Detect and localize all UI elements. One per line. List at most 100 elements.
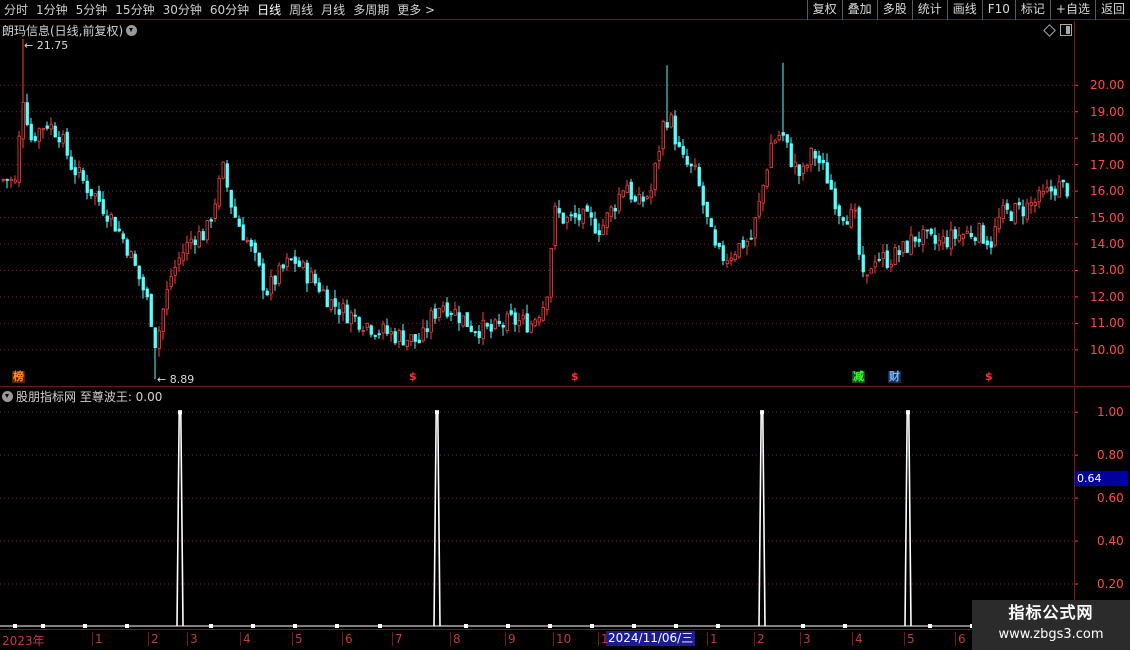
candle-body [737,243,741,258]
candle [485,322,489,330]
tool-button-8[interactable]: 返回 [1094,0,1130,20]
panel-toggle-icon[interactable] [1060,24,1072,36]
candle-body [73,167,77,176]
event-marker-1[interactable]: $ [408,371,418,383]
dropdown-icon[interactable] [2,391,13,402]
candle-body [65,131,69,156]
tool-button-7[interactable]: +自选 [1049,0,1095,20]
event-marker-3[interactable]: 减 [852,371,865,383]
indicator-title[interactable]: 股朋指标网 至尊波王: 0.00 [2,388,162,405]
event-marker-5[interactable]: $ [984,371,994,383]
candle [1037,186,1041,209]
candle-body [421,327,425,342]
candle-body [105,215,109,222]
tab-period-1[interactable]: 1分钟 [32,0,72,20]
time-tick-9: 9 [505,632,516,646]
candlestick-chart[interactable]: ← 21.75 ← 8.89 [0,21,1130,385]
candle-body [13,179,17,183]
diamond-icon[interactable] [1043,24,1056,37]
tab-period-6[interactable]: 日线 [253,0,285,20]
candle [709,217,713,228]
candle-body [589,212,593,218]
candle [649,183,653,205]
y-tick-label: 12.00 [1090,289,1125,304]
tab-period-7[interactable]: 周线 [285,0,317,20]
tab-period-3[interactable]: 15分钟 [111,0,158,20]
candle [697,163,701,188]
tool-button-0[interactable]: 复权 [806,0,842,20]
candle-body [397,330,401,342]
tab-period-10[interactable]: 更多 > [393,0,439,20]
candle-body [5,178,9,181]
candle-body [761,184,765,204]
price-pane[interactable]: ← 21.75 ← 8.89 朗玛信息(日线,前复权) 20.00 19.00 18.… [0,21,1130,385]
candle [713,225,717,248]
indicator-chart[interactable] [0,387,1130,629]
candle-body [893,246,897,265]
candle [937,233,941,252]
candle-body [229,189,233,208]
price-y-axis[interactable]: 20.00 19.00 18.00 17.00 16.00 15.00 14.00 13.00… [1074,21,1130,385]
candle-body [425,328,429,332]
stock-title[interactable]: 朗玛信息(日线,前复权) [2,22,138,39]
tool-button-2[interactable]: 多股 [876,0,912,20]
candle [321,285,325,292]
candle [233,198,237,219]
candle [641,191,645,208]
tab-period-8[interactable]: 月线 [317,0,349,20]
tool-button-4[interactable]: 画线 [946,0,982,20]
indicator-pane[interactable]: 股朋指标网 至尊波王: 0.00 0.64 1.00 0.80 0.60 0.40 0.… [0,386,1130,629]
tab-period-9[interactable]: 多周期 [349,0,393,20]
tool-button-5[interactable]: F10 [981,0,1015,20]
candle [533,317,537,328]
event-marker-4[interactable]: 财 [888,371,901,383]
tab-period-2[interactable]: 5分钟 [72,0,112,20]
tab-period-0[interactable]: 分时 [0,0,32,20]
signal-dot [41,624,45,628]
candle [857,205,861,260]
time-axis[interactable]: 2024/11/06/三 2023年 1 2 3 4 5 6 7 8 9 10 1 1 2 3 4 5 6 [0,629,1130,650]
candle-body [513,312,517,325]
candle-body [705,201,709,218]
candle [605,211,609,235]
candle-body [585,205,589,212]
indicator-y-axis[interactable]: 0.64 1.00 0.80 0.60 0.40 0.20 [1074,387,1130,629]
candle-body [593,218,597,234]
candle [893,244,897,266]
candle [197,225,201,249]
candle [749,229,753,241]
candle-body [457,312,461,324]
tool-button-6[interactable]: 标记 [1014,0,1050,20]
tool-button-3[interactable]: 统计 [911,0,947,20]
candle-body [101,199,105,215]
time-tick-8: 8 [450,632,461,646]
candle [853,203,857,219]
candle-body [225,163,229,188]
tab-period-4[interactable]: 30分钟 [159,0,206,20]
candle [1053,185,1057,201]
candle [309,266,313,283]
period-tabs: 分时 1分钟 5分钟 15分钟 30分钟 60分钟 日线 周线 月线 多周期 更多 > [0,0,439,20]
candle-body [865,274,869,277]
candle [629,178,633,203]
dropdown-icon[interactable] [126,25,138,36]
candle [369,324,373,338]
candle-body [17,135,21,183]
candle [1029,196,1033,214]
event-marker-0[interactable]: 榜 [12,371,25,383]
tool-button-1[interactable]: 叠加 [841,0,877,20]
candle-body [1029,202,1033,206]
signal-dot [590,624,594,628]
candle-body [357,316,361,330]
tab-period-5[interactable]: 60分钟 [206,0,253,20]
y-tick-label: 10.00 [1090,342,1125,357]
event-marker-2[interactable]: $ [570,371,580,383]
candle-body [733,254,737,261]
candle [969,225,973,240]
candle [545,296,549,316]
candle-body [1013,203,1017,224]
candle-body [53,125,57,138]
candle-body [405,339,409,347]
watermark-title: 指标公式网 [1008,603,1094,622]
candle [589,206,593,226]
